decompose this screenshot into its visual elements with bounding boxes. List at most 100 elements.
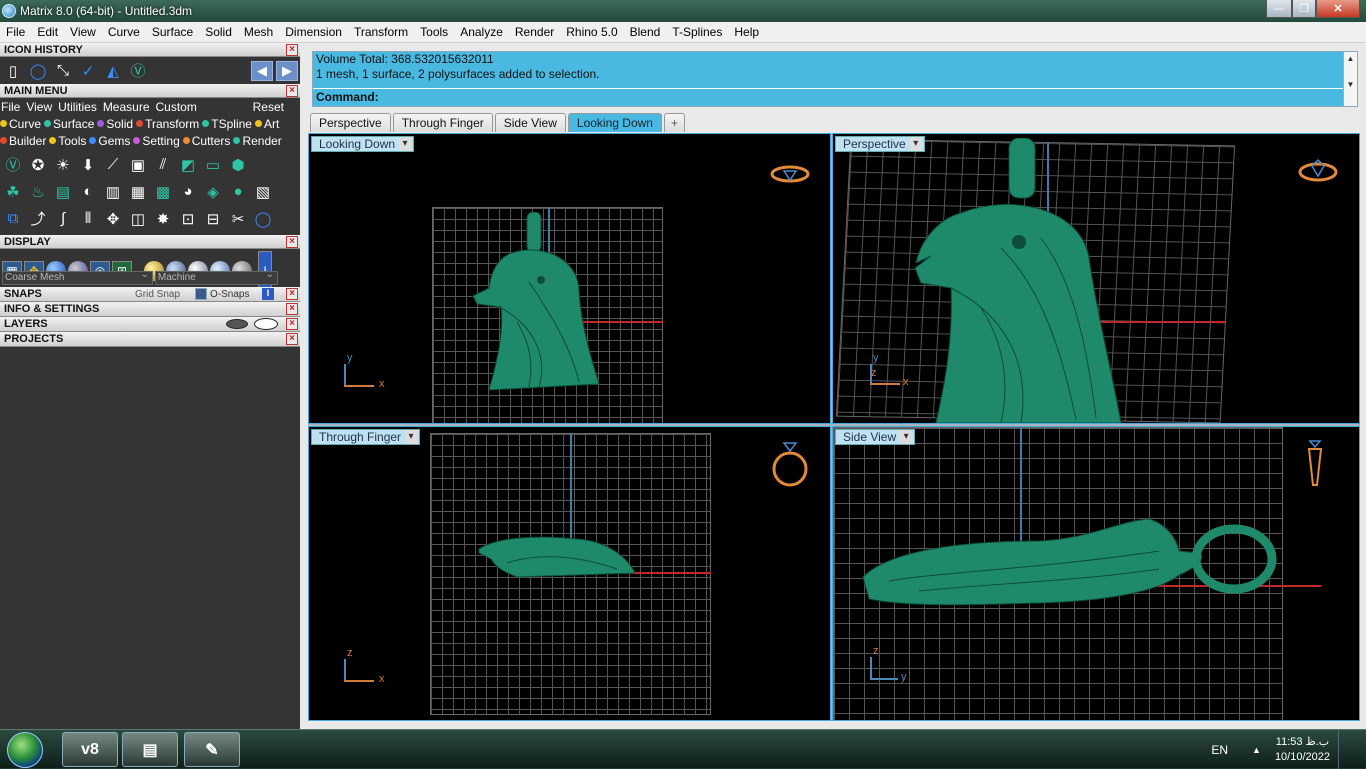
grid-icon[interactable]: ▩ bbox=[152, 181, 174, 203]
osnaps-label[interactable]: O-Snaps bbox=[210, 287, 249, 302]
command-history[interactable]: Volume Total: 368.532015632011 1 mesh, 1… bbox=[312, 51, 1358, 107]
menu-solid[interactable]: Solid bbox=[199, 25, 238, 39]
maximize-button[interactable]: ❐ bbox=[1292, 0, 1316, 18]
menu-rhino[interactable]: Rhino 5.0 bbox=[560, 25, 623, 39]
viewport-label[interactable]: Through Finger bbox=[311, 429, 421, 445]
mirror-icon[interactable]: ⫴ bbox=[77, 208, 99, 230]
snaps-header[interactable]: SNAPS Grid Snap O-Snaps I × bbox=[0, 287, 300, 302]
osnap-toggle-icon[interactable] bbox=[195, 288, 207, 300]
film-icon[interactable]: ▤ bbox=[52, 181, 74, 203]
menu-blend[interactable]: Blend bbox=[624, 25, 667, 39]
menu-file[interactable]: File bbox=[0, 25, 31, 39]
tab-looking-down[interactable]: Looking Down bbox=[567, 113, 662, 132]
menu-curve[interactable]: Curve bbox=[102, 25, 146, 39]
explode-icon[interactable]: ✸ bbox=[152, 208, 174, 230]
lightbulb-icon[interactable] bbox=[226, 319, 248, 329]
close-icon[interactable]: × bbox=[286, 303, 298, 315]
mm-reset[interactable]: Reset bbox=[253, 100, 284, 114]
matrix-logo-icon[interactable]: Ⓥ bbox=[127, 60, 149, 82]
eye-icon[interactable] bbox=[254, 318, 278, 330]
ring-icon[interactable]: ◯ bbox=[252, 208, 274, 230]
mm-file[interactable]: File bbox=[1, 100, 20, 114]
command-prompt[interactable]: Command: bbox=[313, 88, 1345, 106]
cat-tspline[interactable]: TSpline bbox=[202, 117, 252, 131]
close-icon[interactable]: × bbox=[286, 318, 298, 330]
viewport-side-view[interactable]: Side View z y bbox=[832, 426, 1360, 721]
close-icon[interactable]: × bbox=[286, 288, 298, 300]
viewport-perspective[interactable]: Perspective y z x bbox=[832, 133, 1360, 424]
move-icon[interactable]: ✥ bbox=[102, 208, 124, 230]
file-explorer-icon[interactable]: ▤ bbox=[122, 732, 178, 767]
clock[interactable]: 11:53 ب.ظ 10/10/2022 bbox=[1275, 735, 1330, 765]
light-icon[interactable]: ◐ bbox=[77, 181, 99, 203]
gem-icon[interactable]: ◭ bbox=[102, 60, 124, 82]
close-icon[interactable]: × bbox=[286, 236, 298, 248]
menu-mesh[interactable]: Mesh bbox=[238, 25, 279, 39]
extrude-icon[interactable]: ◫ bbox=[127, 208, 149, 230]
cat-art[interactable]: Art bbox=[254, 117, 279, 131]
sphere-icon[interactable]: ● bbox=[227, 181, 249, 203]
viewport-label[interactable]: Perspective bbox=[835, 136, 925, 152]
info-settings-header[interactable]: INFO & SETTINGS × bbox=[0, 302, 300, 317]
curve-points-icon[interactable]: ⤡ bbox=[52, 60, 74, 82]
side-ring-icon[interactable] bbox=[1303, 437, 1327, 491]
front-ring-icon[interactable] bbox=[769, 439, 811, 489]
document-icon[interactable]: ▥ bbox=[102, 181, 124, 203]
show-desktop-button[interactable] bbox=[1338, 730, 1350, 769]
snap-scroll-icon[interactable]: I bbox=[262, 288, 274, 300]
cube-icon[interactable]: ⬢ bbox=[227, 154, 249, 176]
close-icon[interactable]: × bbox=[286, 85, 298, 97]
viewport-label[interactable]: Looking Down bbox=[311, 136, 415, 152]
menu-surface[interactable]: Surface bbox=[146, 25, 199, 39]
join-icon[interactable]: ⊡ bbox=[177, 208, 199, 230]
mm-view[interactable]: View bbox=[26, 100, 52, 114]
top-ring-icon[interactable] bbox=[769, 162, 811, 186]
perspective-ring-icon[interactable] bbox=[1297, 156, 1339, 184]
language-indicator[interactable]: EN bbox=[1211, 743, 1228, 757]
matrix-app-icon[interactable] bbox=[2, 4, 16, 18]
paint-icon[interactable]: ✎ bbox=[184, 732, 240, 767]
taskbar-matrix-app[interactable]: v8 bbox=[62, 732, 118, 767]
layers-header[interactable]: LAYERS × bbox=[0, 317, 300, 332]
viewport-looking-down[interactable]: Looking Down y x bbox=[308, 133, 831, 424]
menu-edit[interactable]: Edit bbox=[31, 25, 64, 39]
script-icon[interactable]: ▧ bbox=[252, 181, 274, 203]
trim-icon[interactable]: ✂ bbox=[227, 208, 249, 230]
arc-icon[interactable]: ⤴ bbox=[27, 208, 49, 230]
cat-tools[interactable]: Tools bbox=[49, 134, 86, 148]
circle-tool-icon[interactable]: ◯ bbox=[27, 60, 49, 82]
bulb-icon[interactable]: ◕ bbox=[177, 181, 199, 203]
menu-dimension[interactable]: Dimension bbox=[279, 25, 348, 39]
cat-curve[interactable]: Curve bbox=[0, 117, 41, 131]
sun-icon[interactable]: ☀ bbox=[52, 154, 74, 176]
command-scrollbar[interactable]: ▲ ▼ bbox=[1343, 52, 1357, 106]
logo-file-icon[interactable]: ▦ bbox=[127, 181, 149, 203]
scene-icon[interactable]: ☘ bbox=[2, 181, 24, 203]
forward-arrow-icon[interactable]: ▶ bbox=[276, 60, 298, 81]
back-arrow-icon[interactable]: ◀ bbox=[251, 60, 273, 81]
grid-snap-toggle[interactable]: Grid Snap bbox=[135, 287, 180, 302]
scroll-down-icon[interactable]: ▼ bbox=[1344, 78, 1357, 91]
menu-transform[interactable]: Transform bbox=[348, 25, 414, 39]
cat-setting[interactable]: Setting bbox=[133, 134, 180, 148]
add-tab-button[interactable]: + bbox=[663, 113, 685, 132]
tab-through-finger[interactable]: Through Finger bbox=[392, 113, 493, 132]
chip-icon[interactable]: ▣ bbox=[127, 154, 149, 176]
menu-tools[interactable]: Tools bbox=[414, 25, 454, 39]
scroll-up-icon[interactable]: ▲ bbox=[1344, 52, 1357, 65]
menu-analyze[interactable]: Analyze bbox=[454, 25, 509, 39]
flame-icon[interactable]: ♨ bbox=[27, 181, 49, 203]
mm-utilities[interactable]: Utilities bbox=[58, 100, 97, 114]
menu-tsplines[interactable]: T-Splines bbox=[666, 25, 728, 39]
menu-view[interactable]: View bbox=[64, 25, 102, 39]
display-header[interactable]: DISPLAY × bbox=[0, 235, 300, 249]
main-menu-header[interactable]: MAIN MENU × bbox=[0, 84, 300, 98]
menu-help[interactable]: Help bbox=[728, 25, 765, 39]
tray-arrow-icon[interactable]: ▲ bbox=[1252, 745, 1261, 755]
split-icon[interactable]: ⊟ bbox=[202, 208, 224, 230]
shield-icon[interactable]: ◈ bbox=[202, 181, 224, 203]
tab-perspective[interactable]: Perspective bbox=[310, 113, 391, 132]
material-select[interactable]: Machine bbox=[154, 269, 278, 285]
cubes-icon[interactable]: ⧉ bbox=[2, 208, 24, 230]
cat-builder[interactable]: Builder bbox=[0, 134, 46, 148]
